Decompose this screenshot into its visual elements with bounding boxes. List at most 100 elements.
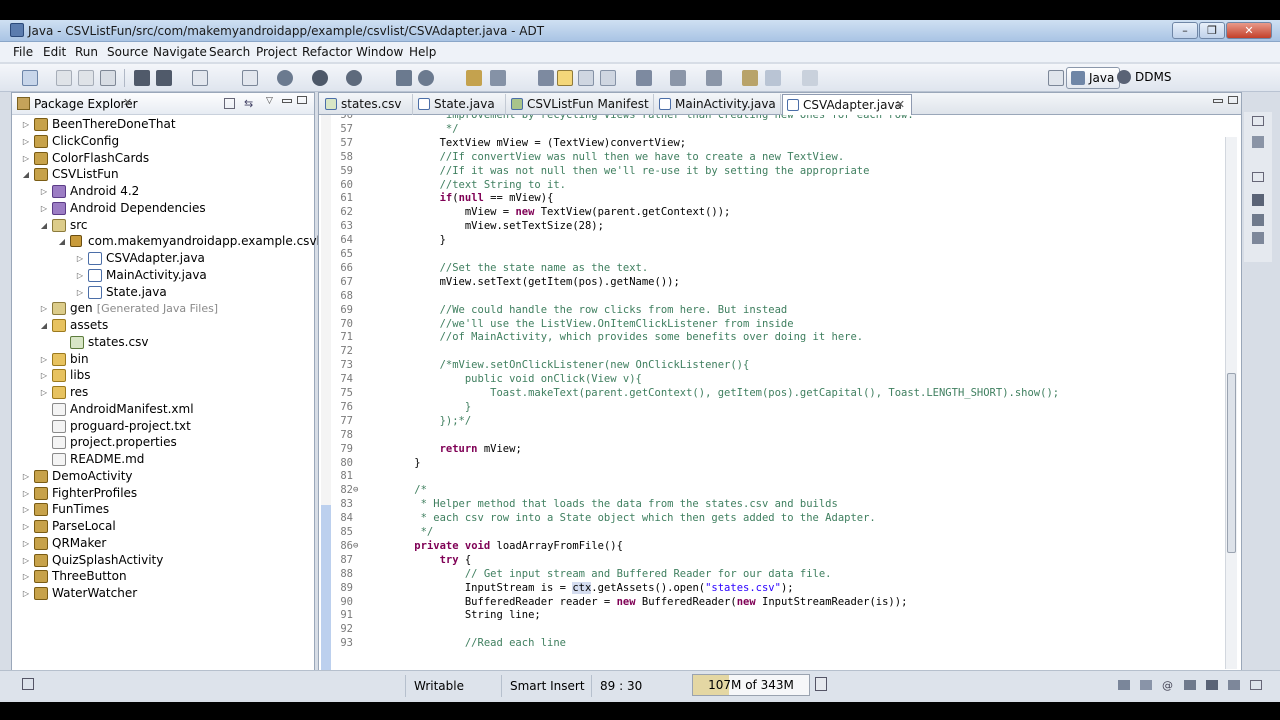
previous-annotation-icon[interactable] (706, 70, 722, 86)
console-trim-icon[interactable] (1118, 680, 1130, 690)
tree-item[interactable]: ▷ bin (12, 351, 312, 368)
collapsed-arrow-icon[interactable]: ▷ (39, 300, 49, 317)
android-avd-manager-icon[interactable] (156, 70, 172, 86)
tree-item[interactable]: ▷ libs (12, 367, 312, 384)
minimize-view-icon[interactable] (282, 99, 292, 103)
maximize-editor-icon[interactable] (1228, 96, 1238, 104)
restore-icon[interactable] (1250, 680, 1262, 690)
expanded-arrow-icon[interactable]: ◢ (39, 217, 49, 234)
back-icon[interactable] (765, 70, 781, 86)
collapsed-arrow-icon[interactable]: ▷ (21, 116, 31, 133)
problems-view-icon[interactable] (1252, 194, 1264, 206)
restore-icon[interactable] (1252, 172, 1264, 182)
collapsed-arrow-icon[interactable]: ▷ (21, 501, 31, 518)
collapsed-arrow-icon[interactable]: ▷ (21, 552, 31, 569)
collapsed-arrow-icon[interactable]: ▷ (39, 183, 49, 200)
collapsed-arrow-icon[interactable]: ▷ (75, 250, 85, 267)
print-icon[interactable] (100, 70, 116, 86)
menu-edit[interactable]: Edit (43, 45, 66, 59)
tree-item[interactable]: README.md (12, 451, 312, 468)
collapsed-arrow-icon[interactable]: ▷ (39, 351, 49, 368)
close-tab-icon[interactable]: ✕ (896, 95, 905, 115)
tree-item[interactable]: ▷ gen [Generated Java Files] (12, 300, 312, 317)
collapsed-arrow-icon[interactable]: ▷ (21, 133, 31, 150)
tree-item[interactable]: ▷ ThreeButton (12, 568, 312, 585)
menu-file[interactable]: File (13, 45, 33, 59)
collapsed-arrow-icon[interactable]: ▷ (21, 568, 31, 585)
menu-help[interactable]: Help (409, 45, 436, 59)
tree-item[interactable]: ▷ ParseLocal (12, 518, 312, 535)
forward-icon[interactable] (802, 70, 818, 86)
fold-toggle-icon[interactable]: ⊖ (353, 539, 363, 553)
tree-item[interactable]: ▷ ClickConfig (12, 133, 312, 150)
tree-item[interactable]: ▷ CSVAdapter.java (12, 250, 312, 267)
ddms-perspective-button[interactable]: DDMS (1113, 67, 1176, 89)
tree-item[interactable]: ▷ ColorFlashCards (12, 150, 312, 167)
new-java-class-icon[interactable] (418, 70, 434, 86)
close-window-button[interactable]: ✕ (1226, 22, 1272, 39)
fast-view-icon[interactable] (22, 678, 34, 690)
tree-item[interactable]: ◢ com.makemyandroidapp.example.csvlist (12, 233, 334, 250)
run-icon[interactable] (312, 70, 328, 86)
outline-view-icon[interactable] (1252, 136, 1264, 148)
tasks-trim-icon[interactable] (1140, 680, 1152, 690)
editor-tab[interactable]: states.csv (321, 94, 413, 115)
collapsed-arrow-icon[interactable]: ▷ (21, 585, 31, 602)
declaration-trim-icon[interactable]: @ (1162, 679, 1173, 692)
tree-item[interactable]: ▷ FunTimes (12, 501, 312, 518)
android-sdk-manager-icon[interactable] (134, 70, 150, 86)
tree-item[interactable]: ▷ res (12, 384, 312, 401)
tree-item[interactable]: ▷ DemoActivity (12, 468, 312, 485)
new-icon[interactable] (22, 70, 38, 86)
collapse-all-icon[interactable] (224, 98, 235, 109)
tree-item[interactable]: AndroidManifest.xml (12, 401, 312, 418)
menu-navigate[interactable]: Navigate (153, 45, 207, 59)
expanded-arrow-icon[interactable]: ◢ (57, 233, 67, 250)
collapsed-arrow-icon[interactable]: ▷ (21, 535, 31, 552)
collapsed-arrow-icon[interactable]: ▷ (75, 267, 85, 284)
search-trim-icon[interactable] (1228, 680, 1240, 690)
tree-item[interactable]: ▷ State.java (12, 284, 312, 301)
skip-breakpoints-icon[interactable] (636, 70, 652, 86)
save-all-icon[interactable] (78, 70, 94, 86)
lint-check-icon[interactable] (192, 70, 208, 86)
editor-tab[interactable]: CSVAdapter.java ✕ (782, 94, 912, 115)
expanded-arrow-icon[interactable]: ◢ (39, 317, 49, 334)
editor-tab[interactable]: CSVListFun Manifest (507, 94, 654, 115)
tree-item[interactable]: ▷ Android Dependencies (12, 200, 312, 217)
view-menu-icon[interactable]: ▽ (266, 96, 273, 106)
menu-refactor[interactable]: Refactor (302, 45, 352, 59)
open-perspective-icon[interactable] (1048, 70, 1064, 86)
save-icon[interactable] (56, 70, 72, 86)
next-annotation-icon[interactable] (670, 70, 686, 86)
open-type-icon[interactable] (466, 70, 482, 86)
tree-item[interactable]: ◢ CSVListFun (12, 166, 312, 183)
restore-icon[interactable] (1252, 116, 1264, 126)
tree-item[interactable]: ▷ FighterProfiles (12, 485, 312, 502)
maximize-button[interactable]: ❐ (1199, 22, 1225, 39)
tree-item[interactable]: ▷ QRMaker (12, 535, 312, 552)
toggle-ant-editor-icon[interactable] (538, 70, 554, 86)
tree-item[interactable]: ▷ Android 4.2 (12, 183, 312, 200)
external-tools-icon[interactable] (346, 70, 362, 86)
garbage-collect-icon[interactable] (815, 677, 827, 691)
editor-tab[interactable]: State.java (414, 94, 506, 115)
editor-vertical-scrollbar[interactable] (1225, 137, 1237, 669)
tree-item[interactable]: ◢ src (12, 217, 312, 234)
tree-item[interactable]: ▷ WaterWatcher (12, 585, 312, 602)
editor-tab[interactable]: MainActivity.java (655, 94, 781, 115)
minimize-button[interactable]: – (1172, 22, 1198, 39)
menu-search[interactable]: Search (209, 45, 250, 59)
tree-item[interactable]: project.properties (12, 434, 312, 451)
menu-run[interactable]: Run (75, 45, 98, 59)
javadoc-trim-icon[interactable] (1184, 680, 1196, 690)
search-icon[interactable] (490, 70, 506, 86)
console-view-icon[interactable] (1252, 214, 1264, 226)
logcat-view-icon[interactable] (1252, 232, 1264, 244)
collapsed-arrow-icon[interactable]: ▷ (75, 284, 85, 301)
menu-project[interactable]: Project (256, 45, 297, 59)
tree-item[interactable]: ▷ BeenThereDoneThat (12, 116, 312, 133)
last-edit-location-icon[interactable] (742, 70, 758, 86)
maximize-view-icon[interactable] (297, 96, 307, 104)
tree-item[interactable]: ▷ MainActivity.java (12, 267, 312, 284)
